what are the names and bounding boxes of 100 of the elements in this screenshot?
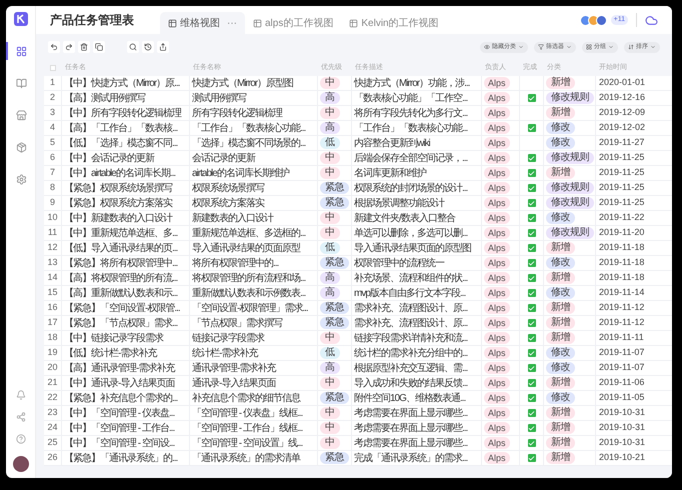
- tag: 修改规则: [546, 92, 594, 104]
- table-cell-text: 将所有字段先转化为多行文...: [354, 106, 468, 120]
- view-tab[interactable]: Kelvin的工作视图: [341, 12, 447, 34]
- tag: 中: [320, 437, 340, 449]
- table-cell-text: 考虑需要在界面上显示哪些...: [354, 422, 468, 436]
- done-checkbox[interactable]: [528, 169, 536, 177]
- done-checkbox[interactable]: [528, 274, 536, 282]
- table-cell-text: 「工作台」「数表核心功能...: [192, 122, 306, 136]
- table-cell-text: 通讯录-导入结果页面: [192, 376, 276, 390]
- owner-tag: Alps: [484, 272, 510, 284]
- store-icon: [16, 110, 27, 120]
- tag: 中: [320, 332, 340, 344]
- owner-tag: Alps: [484, 347, 510, 359]
- done-checkbox[interactable]: [528, 304, 536, 312]
- tag: 修改规则: [546, 152, 594, 164]
- owner-tag: Alps: [484, 182, 510, 194]
- owner-tag: Alps: [484, 407, 510, 419]
- owner-tag: Alps: [484, 212, 510, 224]
- toolbar-button[interactable]: [48, 41, 60, 53]
- table-cell-text: 快捷方式（Mirror）原型图: [192, 76, 294, 90]
- owner-tag: Alps: [484, 317, 510, 329]
- done-checkbox[interactable]: [528, 94, 536, 102]
- row-number: 6: [50, 151, 55, 164]
- table-cell-text: 考虑需要在界面上显示哪些...: [354, 406, 468, 420]
- tag: 新增: [546, 422, 575, 434]
- row-number: 5: [50, 136, 55, 150]
- owner-tag: Alps: [484, 227, 510, 239]
- row-number: 18: [47, 331, 58, 344]
- date-cell-text: 2019-11-18: [599, 256, 644, 270]
- sheet-title: 产品任务管理表: [50, 12, 134, 29]
- tag: 新增: [546, 107, 575, 119]
- table-cell-text: 权限系统方案落实: [192, 196, 264, 210]
- date-cell-text: 2019-11-27: [599, 136, 644, 150]
- done-checkbox[interactable]: [528, 379, 536, 387]
- caret-icon: [566, 44, 572, 50]
- table-cell-text: 【中】「空间管理 - 空间设...: [64, 436, 174, 450]
- table-cell-text: 「节点权限」需求撰写: [192, 316, 282, 330]
- table-cell-text: 权限系统的封闭场景的设计...: [354, 182, 468, 196]
- done-checkbox[interactable]: [528, 124, 536, 132]
- done-checkbox[interactable]: [528, 229, 536, 237]
- tag: 修改: [546, 257, 575, 269]
- date-cell-text: 2019-12-09: [599, 106, 646, 120]
- date-cell-text: 2019-11-07: [599, 346, 644, 360]
- done-checkbox[interactable]: [528, 409, 536, 417]
- view-tab[interactable]: 维格视图 ···: [160, 12, 245, 34]
- done-checkbox[interactable]: [528, 259, 536, 267]
- toolbar-button[interactable]: [127, 41, 139, 53]
- avatar[interactable]: [12, 456, 28, 472]
- toolbar-button[interactable]: [63, 41, 75, 53]
- date-cell-text: 2019-11-07: [599, 361, 644, 374]
- row-number: 16: [47, 301, 58, 314]
- book-icon: [16, 78, 27, 88]
- toolbar-button[interactable]: [78, 41, 90, 53]
- row-number: 15: [47, 286, 58, 300]
- owner-tag: Alps: [484, 392, 510, 404]
- done-checkbox[interactable]: [528, 394, 536, 402]
- done-checkbox[interactable]: [528, 319, 536, 327]
- toolbar-button[interactable]: [157, 41, 169, 53]
- toolbar-button[interactable]: [93, 41, 105, 53]
- share-icon[interactable]: [16, 412, 26, 422]
- table-cell-text: 导入成功和失败的结果反馈...: [354, 376, 468, 390]
- table-cell-text: 重新做默认数表和示例数表...: [192, 286, 306, 300]
- owner-tag: Alps: [484, 257, 510, 269]
- done-checkbox[interactable]: [528, 349, 536, 357]
- table-cell-text: 【紧急】权限系统方案落实: [64, 196, 172, 210]
- tag: 新增: [546, 377, 575, 389]
- done-checkbox[interactable]: [528, 364, 536, 372]
- table-cell-text: 【中】「空间管理 - 工作台...: [64, 422, 174, 436]
- table-cell-text: 【低】「选择」模态窗不同...: [64, 136, 178, 150]
- share-icon: [159, 43, 167, 51]
- bell-icon[interactable]: [16, 390, 26, 400]
- table-cell-text: 新建文件夹/数表入口整合: [354, 212, 455, 226]
- tag: 中: [320, 167, 340, 179]
- table-cell-text: 根据原型补充交互逻辑、需...: [354, 362, 468, 376]
- done-checkbox[interactable]: [528, 199, 536, 207]
- done-checkbox[interactable]: [528, 184, 536, 192]
- tag: 紧急: [320, 302, 349, 314]
- tag: 高: [320, 122, 340, 134]
- tag: 修改: [546, 122, 575, 134]
- view-tab[interactable]: alps的工作视图: [245, 12, 342, 34]
- done-checkbox[interactable]: [528, 214, 536, 222]
- tag: 中: [320, 107, 340, 119]
- owner-tag: Alps: [484, 422, 510, 434]
- help-icon[interactable]: [16, 434, 26, 444]
- done-checkbox[interactable]: [528, 439, 536, 447]
- date-cell-text: 2019-10-31: [599, 406, 646, 420]
- tag: 高: [320, 362, 340, 374]
- cloud-icon[interactable]: [645, 14, 658, 26]
- done-checkbox[interactable]: [528, 454, 536, 462]
- date-cell-text: 2019-10-31: [599, 436, 646, 450]
- done-checkbox[interactable]: [528, 424, 536, 432]
- select-all-checkbox[interactable]: [50, 65, 56, 71]
- done-checkbox[interactable]: [528, 244, 536, 252]
- done-checkbox[interactable]: [528, 334, 536, 342]
- owner-tag: Alps: [484, 332, 510, 344]
- done-checkbox[interactable]: [528, 154, 536, 162]
- done-checkbox[interactable]: [528, 289, 536, 297]
- table-cell-text: 「空间管理 - 空间设置」线...: [192, 436, 302, 450]
- toolbar-button[interactable]: [142, 41, 154, 53]
- table-cell-text: 【中】「空间管理 - 仪表盘...: [64, 406, 174, 420]
